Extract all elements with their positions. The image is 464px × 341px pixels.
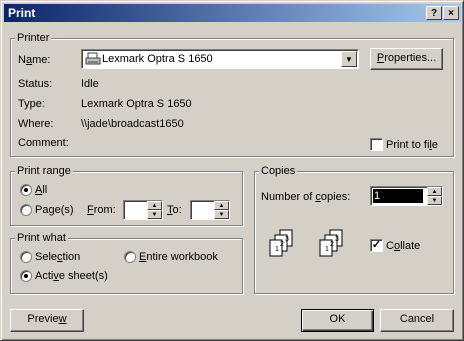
preview-button[interactable]: Preview <box>10 309 84 332</box>
cancel-button[interactable]: Cancel <box>380 309 454 332</box>
from-up-arrow[interactable]: ▲ <box>147 201 162 210</box>
type-value: Lexmark Optra S 1650 <box>81 98 192 110</box>
svg-text:2: 2 <box>330 241 334 248</box>
print-what-group-label: Print what <box>15 232 68 244</box>
svg-text:1: 1 <box>325 246 329 253</box>
printer-icon <box>85 52 101 65</box>
collate-pages-icon-2: 3 2 1 <box>319 229 343 257</box>
from-down-arrow[interactable]: ▼ <box>147 210 162 219</box>
pages-radio[interactable] <box>20 204 32 216</box>
where-value: \\jade\broadcast1650 <box>81 118 184 130</box>
properties-button[interactable]: Properties... <box>370 48 443 70</box>
name-label: Name: <box>18 54 51 66</box>
to-down-arrow[interactable]: ▼ <box>214 210 229 219</box>
printer-group-label: Printer <box>15 32 52 44</box>
copies-value: 1 <box>374 190 381 202</box>
print-to-file-checkbox[interactable] <box>370 138 383 151</box>
svg-text:3: 3 <box>285 236 289 243</box>
print-range-group-label: Print range <box>15 165 73 177</box>
title-bar[interactable]: Print ? × <box>4 4 461 22</box>
status-value: Idle <box>81 78 99 90</box>
copies-up-arrow[interactable]: ▲ <box>427 187 442 196</box>
properties-label: Properties... <box>376 52 437 64</box>
selection-label: Selection <box>35 251 81 263</box>
type-label: Type: <box>18 98 45 110</box>
where-label: Where: <box>18 118 54 130</box>
to-up-arrow[interactable]: ▲ <box>214 201 229 210</box>
cancel-label: Cancel <box>399 313 435 325</box>
printer-name-dropdown[interactable]: Lexmark Optra S 1650 ▼ <box>81 49 359 69</box>
print-dialog: Print ? × Printer Name: Lexmark Optra S … <box>0 0 464 341</box>
selection-radio[interactable] <box>20 251 32 263</box>
printer-name-value: Lexmark Optra S 1650 <box>102 53 213 65</box>
preview-label: Preview <box>27 313 67 325</box>
svg-text:1: 1 <box>275 246 279 253</box>
ok-button[interactable]: OK <box>301 309 374 332</box>
collate-label: Collate <box>386 240 421 252</box>
all-radio[interactable] <box>20 184 32 196</box>
comment-label: Comment: <box>18 137 69 149</box>
chevron-down-icon[interactable]: ▼ <box>341 51 357 67</box>
all-label: All <box>35 184 48 196</box>
help-button[interactable]: ? <box>426 6 442 20</box>
print-what-group: Print what <box>10 232 243 294</box>
collate-checkbox[interactable]: ✓ <box>370 239 383 252</box>
ok-label: OK <box>329 313 346 325</box>
svg-text:3: 3 <box>335 236 339 243</box>
copies-down-arrow[interactable]: ▼ <box>427 196 442 205</box>
active-sheets-label: Active sheet(s) <box>35 270 108 282</box>
svg-text:2: 2 <box>280 241 284 248</box>
close-button[interactable]: × <box>443 6 459 20</box>
entire-workbook-radio[interactable] <box>124 251 136 263</box>
number-of-copies-label: Number of copies: <box>261 191 351 203</box>
from-label: From: <box>87 204 116 216</box>
collate-pages-icon-1: 3 2 1 <box>269 229 293 257</box>
active-sheets-radio[interactable] <box>20 270 32 282</box>
window-title: Print <box>8 6 36 20</box>
copies-group-label: Copies <box>259 165 298 177</box>
entire-workbook-label: Entire workbook <box>139 251 218 263</box>
to-label: To: <box>167 204 182 216</box>
print-to-file-label: Print to file <box>386 139 438 151</box>
status-label: Status: <box>18 78 53 90</box>
pages-label: Page(s) <box>35 204 74 216</box>
